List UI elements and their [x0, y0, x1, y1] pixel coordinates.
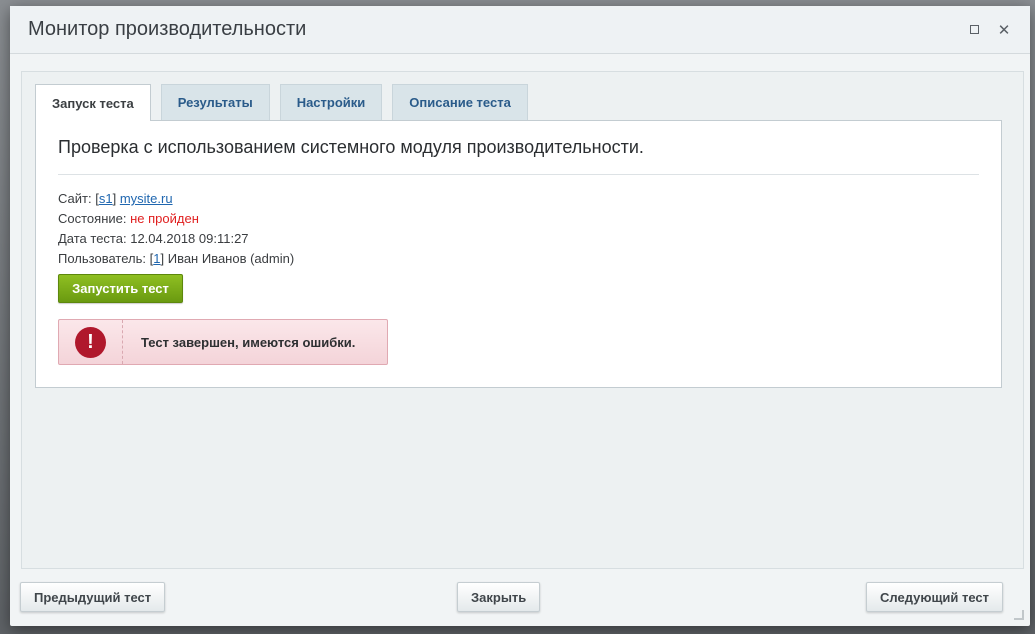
tab-panel-run-test: Проверка с использованием системного мод… [35, 120, 1002, 388]
maximize-icon[interactable] [966, 22, 982, 38]
dialog-body: Запуск теста Результаты Настройки Описан… [21, 71, 1024, 569]
alert-icon-wrap: ! [59, 320, 123, 364]
tab-bar: Запуск теста Результаты Настройки Описан… [35, 84, 528, 121]
dialog-footer: Предыдущий тест Закрыть Следующий тест [10, 574, 1030, 626]
date-value: 12.04.2018 09:11:27 [130, 231, 249, 246]
alert-message: Тест завершен, имеются ошибки. [141, 334, 356, 350]
window-controls: ✕ [966, 22, 1012, 39]
dialog-title: Монитор производительности [28, 18, 307, 40]
user-label: Пользователь: [58, 251, 146, 266]
site-label: Сайт: [58, 191, 92, 206]
tab-settings[interactable]: Настройки [279, 84, 383, 120]
status-value: не пройден [130, 211, 199, 226]
user-id-close: ] [160, 251, 165, 266]
close-icon[interactable]: ✕ [996, 22, 1012, 39]
site-url-link[interactable]: mysite.ru [120, 191, 173, 206]
close-button[interactable]: Закрыть [457, 582, 541, 612]
status-label: Состояние: [58, 211, 127, 226]
date-label: Дата теста: [58, 231, 127, 246]
tab-run-test[interactable]: Запуск теста [35, 84, 151, 121]
run-test-button[interactable]: Запустить тест [58, 274, 183, 303]
date-row: Дата теста: 12.04.2018 09:11:27 [58, 229, 294, 249]
resize-handle-icon[interactable] [1014, 610, 1024, 620]
status-row: Состояние: не пройден [58, 209, 294, 229]
site-id-link[interactable]: s1 [99, 191, 113, 206]
error-alert: ! Тест завершен, имеются ошибки. [58, 319, 388, 365]
tab-test-description[interactable]: Описание теста [392, 84, 528, 120]
user-row: Пользователь: [1] Иван Иванов (admin) [58, 249, 294, 269]
exclamation-icon: ! [75, 326, 106, 358]
tab-results[interactable]: Результаты [160, 84, 270, 120]
dialog-titlebar[interactable]: Монитор производительности ✕ [10, 6, 1030, 54]
performance-monitor-dialog: Монитор производительности ✕ Запуск тест… [10, 6, 1030, 626]
next-test-button[interactable]: Следующий тест [866, 582, 1004, 612]
site-id-close: ] [112, 191, 117, 206]
panel-heading: Проверка с использованием системного мод… [58, 137, 979, 175]
test-info: Сайт: [s1] mysite.ru Состояние: не пройд… [58, 189, 294, 269]
user-name: Иван Иванов (admin) [167, 251, 295, 266]
site-row: Сайт: [s1] mysite.ru [58, 189, 294, 209]
previous-test-button[interactable]: Предыдущий тест [20, 582, 166, 612]
